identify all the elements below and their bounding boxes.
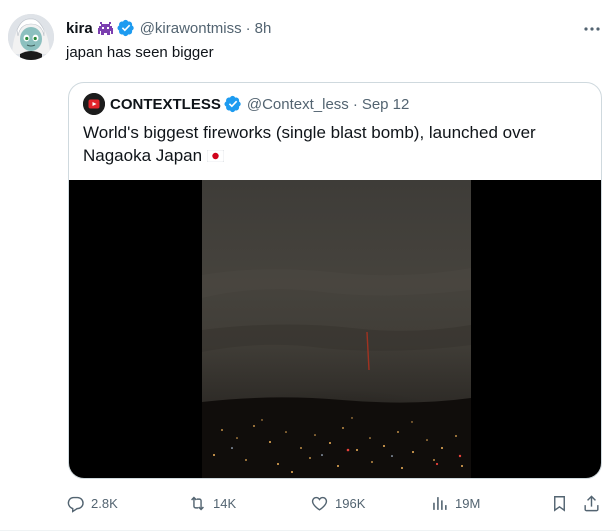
retweet-icon bbox=[191, 496, 204, 510]
quoted-author-handle[interactable]: @Context_less bbox=[247, 96, 349, 113]
quoted-author-avatar[interactable] bbox=[83, 93, 105, 115]
like-icon bbox=[311, 496, 328, 511]
tweet-timestamp[interactable]: 8h bbox=[255, 20, 272, 37]
views-button[interactable]: 19M bbox=[430, 491, 480, 515]
quoted-separator-dot: · bbox=[352, 95, 358, 113]
author-name[interactable]: kira bbox=[66, 20, 93, 37]
views-count: 19M bbox=[455, 495, 481, 511]
retweet-button[interactable]: 14K bbox=[188, 491, 236, 515]
retweet-count: 14K bbox=[213, 495, 237, 511]
separator-dot: · bbox=[245, 19, 251, 37]
reply-icon bbox=[67, 496, 84, 513]
verified-badge-icon[interactable] bbox=[117, 19, 135, 37]
more-icon[interactable] bbox=[582, 19, 602, 39]
like-count: 196K bbox=[335, 495, 366, 511]
quoted-verified-badge-icon[interactable] bbox=[224, 95, 242, 113]
video-player[interactable] bbox=[69, 180, 601, 478]
tweet-header: kira @kirawontmiss · 8h bbox=[66, 17, 271, 39]
reply-button[interactable]: 2.8K bbox=[66, 491, 118, 515]
views-icon bbox=[433, 496, 447, 510]
tweet[interactable]: kira @kirawontmiss · 8h japan has seen b… bbox=[0, 0, 616, 531]
quoted-tweet[interactable]: CONTEXTLESS @Context_less · Sep 12 World… bbox=[68, 82, 602, 479]
tweet-text: japan has seen bigger bbox=[66, 44, 214, 61]
tweet-actions: 2.8K 14K 196K 19M bbox=[66, 491, 602, 515]
quoted-tweet-header: CONTEXTLESS @Context_less · Sep 12 bbox=[83, 93, 409, 115]
share-button[interactable] bbox=[582, 491, 601, 515]
quoted-author-name[interactable]: CONTEXTLESS bbox=[110, 96, 221, 113]
author-avatar[interactable] bbox=[8, 14, 54, 60]
bookmark-button[interactable] bbox=[550, 491, 569, 515]
japan-flag-icon bbox=[206, 145, 225, 163]
author-handle[interactable]: @kirawontmiss bbox=[140, 20, 242, 37]
quoted-tweet-text: World's biggest fireworks (single blast … bbox=[83, 123, 536, 165]
fireworks-video-frame[interactable] bbox=[202, 180, 471, 478]
reply-count: 2.8K bbox=[91, 495, 118, 511]
quoted-tweet-date[interactable]: Sep 12 bbox=[362, 96, 410, 113]
like-button[interactable]: 196K bbox=[310, 491, 365, 515]
share-icon bbox=[584, 494, 599, 511]
quoted-tweet-text-block: World's biggest fireworks (single blast … bbox=[83, 121, 583, 167]
space-invader-emoji-icon bbox=[97, 20, 114, 37]
bookmark-icon bbox=[554, 495, 565, 512]
